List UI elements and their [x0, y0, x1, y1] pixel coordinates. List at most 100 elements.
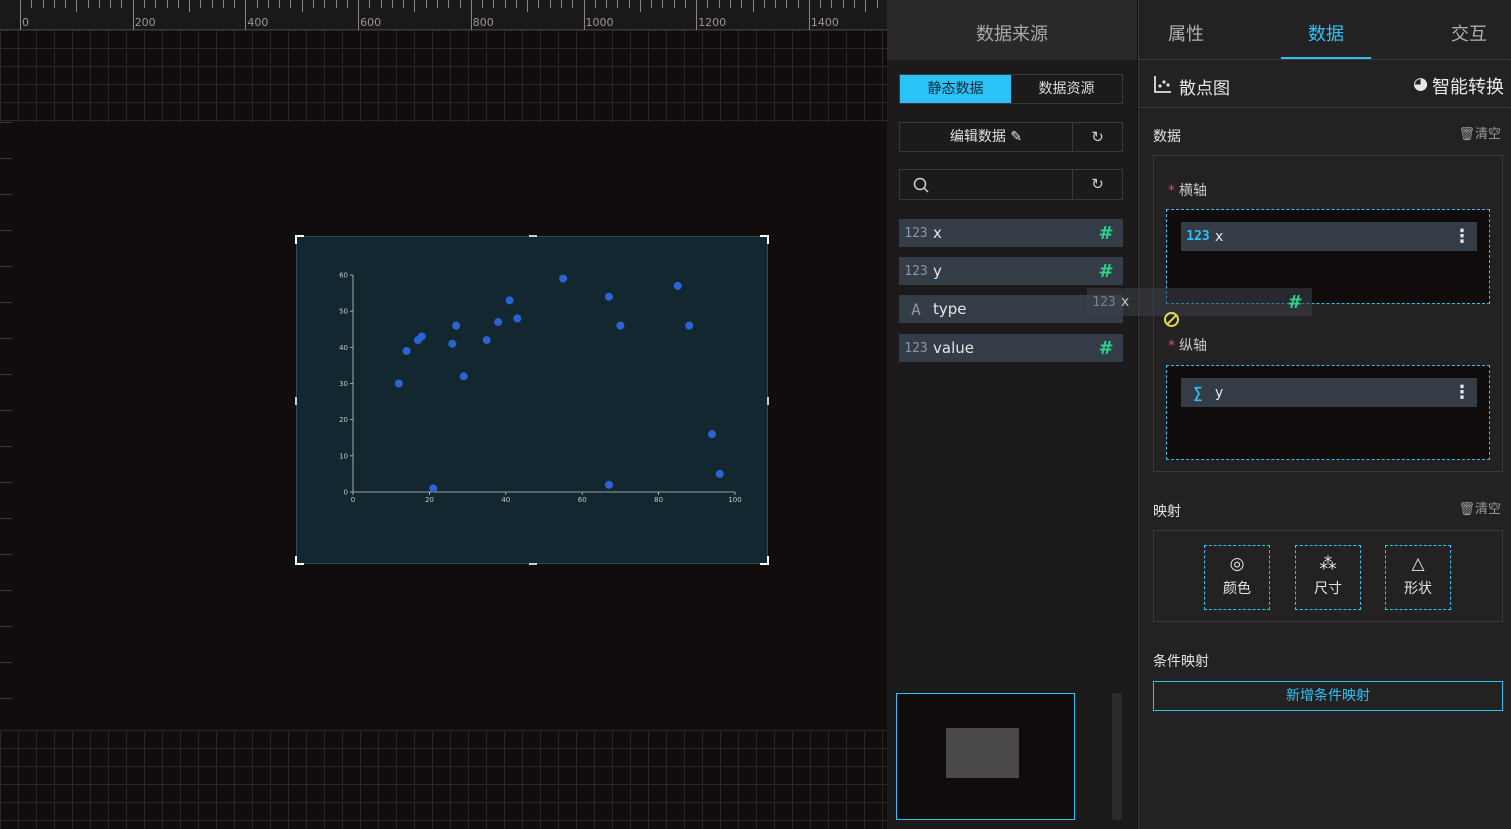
clear-mapping-button[interactable]: 🗑清空: [1458, 498, 1501, 517]
data-section-title: 数据: [1153, 129, 1181, 145]
y-axis-field-pill[interactable]: ∑ y ⋮: [1181, 378, 1477, 407]
resize-handle-bottom-right[interactable]: [760, 556, 769, 565]
field-item-value[interactable]: 123 value #: [899, 334, 1123, 362]
mapping-card: ◎ 颜色 ⁂ 尺寸 △ 形状: [1153, 530, 1503, 622]
ruler-tick: [763, 0, 765, 8]
mapping-section-title: 映射: [1153, 504, 1181, 520]
ruler-tick: [504, 0, 506, 8]
resize-handle-bottom-left[interactable]: [295, 556, 304, 565]
hash-icon: #: [1098, 222, 1114, 244]
minimap[interactable]: [896, 693, 1075, 820]
size-mapping-button[interactable]: ⁂ 尺寸: [1295, 545, 1361, 610]
ruler-tick: [121, 0, 123, 8]
ruler-tick: [786, 0, 788, 8]
scatter-chart-icon: [1154, 76, 1171, 93]
ruler-tick: [414, 0, 416, 12]
ruler-tick: [696, 0, 698, 30]
sum-icon: ∑: [1193, 383, 1203, 402]
resize-handle-right[interactable]: [767, 397, 769, 405]
palette-icon: ◎: [1229, 554, 1245, 574]
x-tick-label: 80: [654, 496, 663, 504]
search-refresh-icon[interactable]: ↻: [1073, 170, 1122, 199]
ruler-tick: [482, 0, 484, 8]
chart-type-name: 散点图: [1179, 79, 1230, 99]
shape-mapping-button[interactable]: △ 形状: [1385, 545, 1451, 610]
clear-data-button[interactable]: 🗑清空: [1458, 123, 1501, 142]
resize-handle-top-left[interactable]: [295, 235, 304, 244]
tab-data-resource[interactable]: 数据资源: [1011, 75, 1122, 103]
smart-convert-button[interactable]: 智能转换: [1432, 73, 1504, 99]
minimap-scrollbar[interactable]: [1112, 693, 1122, 820]
y-tick-label: 30: [339, 380, 348, 388]
scatter-point: [429, 484, 438, 493]
dragging-field-ghost: 123 x #: [1087, 288, 1312, 316]
resize-handle-bottom[interactable]: [529, 563, 537, 565]
ruler-tick: [527, 0, 529, 12]
y-tick-label: 20: [339, 416, 348, 424]
tab-interaction[interactable]: 交互: [1429, 0, 1509, 60]
tab-properties[interactable]: 属性: [1139, 0, 1233, 60]
tab-static-data[interactable]: 静态数据: [900, 75, 1011, 103]
ruler-tick: [335, 0, 337, 8]
scatter-point: [673, 281, 682, 290]
ruler-tick: [876, 0, 878, 8]
ruler-tick: [425, 0, 427, 8]
resize-handle-top[interactable]: [529, 235, 537, 237]
field-name: x: [933, 224, 942, 242]
ruler-tick: [459, 0, 461, 8]
minimap-viewport[interactable]: [946, 728, 1019, 778]
color-mapping-button[interactable]: ◎ 颜色: [1204, 545, 1270, 610]
datasource-title: 数据来源: [887, 0, 1137, 60]
x-tick-label: 20: [425, 496, 434, 504]
ruler-tick: [290, 0, 292, 8]
more-vertical-icon[interactable]: ⋮: [1447, 382, 1477, 403]
trash-icon: 🗑: [1458, 502, 1475, 517]
ruler-tick: [358, 0, 360, 30]
canvas-area[interactable]: 0 200 400 600 800 1000 1200 1400 0 10 20 30 40 50 60 0…: [0, 0, 887, 829]
ruler-tick: [572, 0, 574, 8]
trash-icon: 🗑: [1458, 127, 1475, 142]
ruler-tick: [42, 0, 44, 8]
ruler-tick: [346, 0, 348, 8]
size-mapping-label: 尺寸: [1314, 581, 1342, 597]
vertical-ruler-ticks: [0, 122, 12, 730]
ruler-tick: [256, 0, 258, 8]
field-search-input[interactable]: [900, 170, 1073, 199]
ruler-tick: [53, 0, 55, 8]
triangle-icon: △: [1411, 554, 1425, 574]
ruler-tick: [448, 0, 450, 8]
x-tick-label: 0: [351, 496, 355, 504]
x-axis-field-pill[interactable]: 123 x ⋮: [1181, 222, 1477, 251]
scatter-point: [394, 379, 403, 388]
ruler-tick: [752, 0, 754, 12]
more-vertical-icon[interactable]: ⋮: [1447, 226, 1477, 247]
ruler-tick: [606, 0, 608, 8]
resize-handle-top-right[interactable]: [760, 235, 769, 244]
ruler-tick: [155, 0, 157, 8]
ruler-tick: [515, 0, 517, 8]
ruler-label: 1000: [585, 16, 614, 29]
number-type-icon: 123: [904, 340, 928, 356]
edit-data-button[interactable]: 编辑数据 ✎: [900, 123, 1073, 151]
add-conditional-mapping-button[interactable]: 新增条件映射: [1153, 681, 1503, 711]
scatter-point: [494, 318, 503, 327]
scatter-chart-widget[interactable]: 0 10 20 30 40 50 60 0 20 40 60 80 100: [295, 235, 769, 565]
ruler-tick: [493, 0, 495, 8]
y-axis-drop-zone[interactable]: ∑ y ⋮: [1166, 365, 1490, 460]
scatter-point: [559, 274, 568, 283]
bubbles-icon: ⁂: [1319, 554, 1337, 574]
ruler-label: 600: [360, 16, 382, 29]
property-tabs: 属性 数据 交互: [1139, 0, 1511, 60]
field-item-x[interactable]: 123 x #: [899, 219, 1123, 247]
tab-data[interactable]: 数据: [1281, 0, 1371, 60]
field-item-y[interactable]: 123 y #: [899, 257, 1123, 285]
refresh-icon[interactable]: ↻: [1073, 123, 1122, 151]
ruler-tick: [718, 0, 720, 8]
no-drop-cursor-icon: [1164, 312, 1179, 327]
brain-icon[interactable]: ◕: [1413, 74, 1428, 94]
resize-handle-left[interactable]: [295, 397, 297, 405]
ruler-tick: [853, 0, 855, 8]
ruler-tick: [820, 0, 822, 8]
canvas-grid-top: [0, 30, 887, 122]
ruler-tick: [775, 0, 777, 8]
